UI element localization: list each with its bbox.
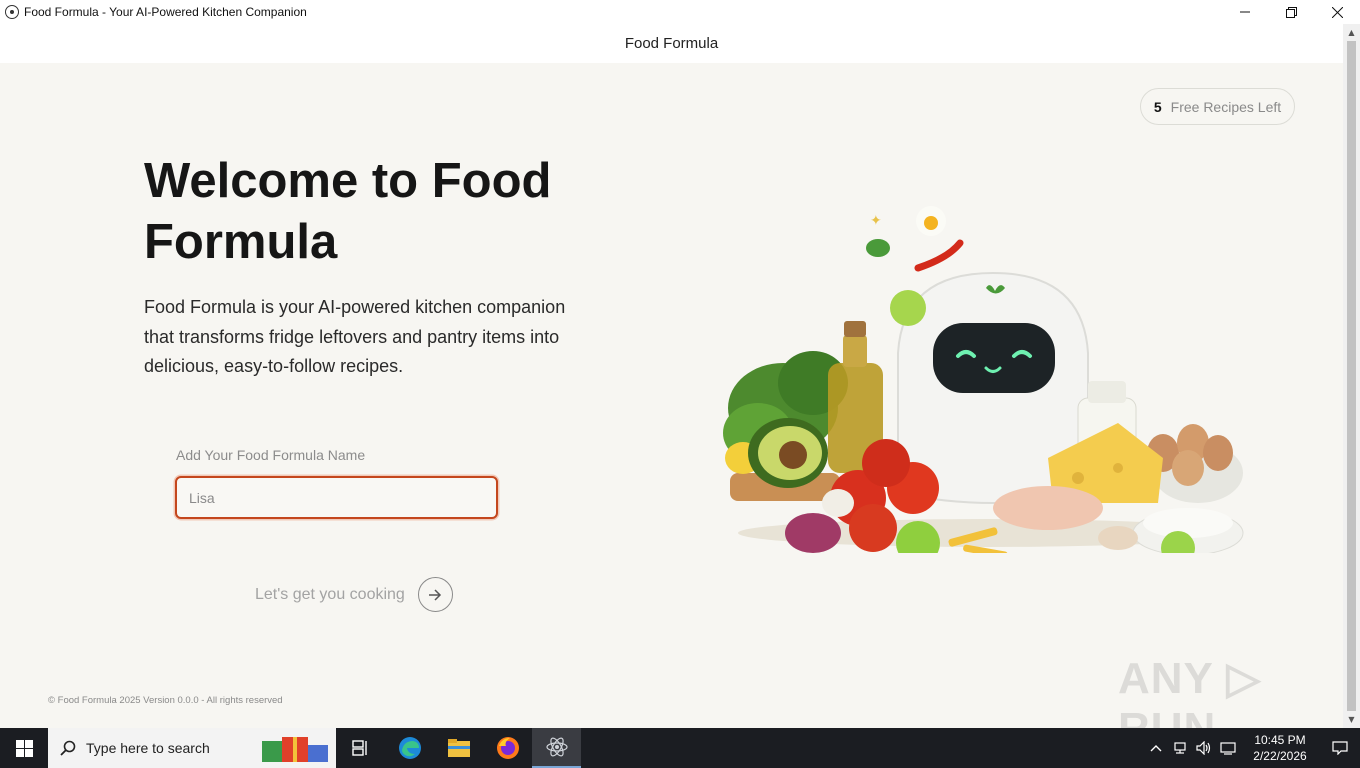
restore-button[interactable] <box>1268 0 1314 24</box>
search-placeholder: Type here to search <box>86 740 210 756</box>
edge-button[interactable] <box>385 728 434 768</box>
app-header-title: Food Formula <box>624 35 719 52</box>
windows-logo-icon <box>15 739 33 757</box>
food-robot-illustration: ✦ <box>723 206 1244 553</box>
free-recipes-count: 5 <box>1153 98 1162 115</box>
restore-icon <box>1285 6 1297 18</box>
clock-date: 2/22/2026 <box>1253 749 1307 763</box>
electron-app-button[interactable] <box>532 728 581 768</box>
file-explorer-button[interactable] <box>434 728 483 768</box>
name-input[interactable] <box>175 476 498 519</box>
gift-boxes-icon <box>262 737 328 762</box>
notification-icon <box>1332 741 1348 755</box>
footer-copyright: © Food Formula 2025 Version 0.0.0 - All … <box>48 695 283 706</box>
taskbar-search-box[interactable]: Type here to search <box>48 728 336 768</box>
start-button[interactable] <box>0 728 48 768</box>
free-recipes-label: Free Recipes Left <box>1170 98 1282 115</box>
notification-button[interactable] <box>1320 728 1360 768</box>
firefox-icon <box>496 737 519 759</box>
scrollbar-thumb[interactable] <box>1347 41 1356 711</box>
chevron-up-icon[interactable] <box>1144 728 1168 768</box>
get-cooking-button[interactable]: Let's get you cooking <box>255 577 453 612</box>
get-cooking-label: Let's get you cooking <box>255 585 405 603</box>
window-controls <box>1222 0 1360 24</box>
svg-text:✦: ✦ <box>870 213 882 229</box>
minimize-button[interactable] <box>1222 0 1268 24</box>
app-header: Food Formula <box>0 24 1343 63</box>
name-field-label: Add Your Food Formula Name <box>176 447 366 463</box>
free-recipes-badge: 5 Free Recipes Left <box>1140 88 1295 125</box>
electron-app-icon <box>545 737 568 757</box>
task-view-icon <box>351 740 367 756</box>
window-titlebar: Food Formula - Your AI-Powered Kitchen C… <box>0 0 1360 24</box>
windows-taskbar: Type here to search 10:45 PM 2/22/2026 <box>0 728 1360 768</box>
app-icon <box>5 5 19 19</box>
task-view-button[interactable] <box>336 728 385 768</box>
minimize-icon <box>1240 11 1250 13</box>
arrow-right-icon[interactable] <box>417 577 453 612</box>
scroll-down-icon[interactable]: ▼ <box>1343 711 1360 728</box>
keyboard-icon[interactable] <box>1216 728 1240 768</box>
volume-icon[interactable] <box>1192 728 1216 768</box>
network-icon[interactable] <box>1168 728 1192 768</box>
window-title: Food Formula - Your AI-Powered Kitchen C… <box>24 5 307 19</box>
firefox-button[interactable] <box>483 728 532 768</box>
file-explorer-icon <box>447 739 470 757</box>
vertical-scrollbar[interactable]: ▲ ▼ <box>1343 24 1360 728</box>
taskbar-clock[interactable]: 10:45 PM 2/22/2026 <box>1240 732 1320 764</box>
close-icon <box>1331 6 1343 18</box>
intro-description: Food Formula is your AI-powered kitchen … <box>144 297 566 376</box>
scroll-up-icon[interactable]: ▲ <box>1343 24 1360 41</box>
search-icon <box>60 740 76 756</box>
clock-time: 10:45 PM <box>1254 733 1306 747</box>
system-tray: 10:45 PM 2/22/2026 <box>1144 728 1360 768</box>
main-content: 5 Free Recipes Left Welcome to Food Form… <box>0 63 1343 753</box>
close-button[interactable] <box>1314 0 1360 24</box>
welcome-title: Welcome to Food Formula <box>144 154 552 269</box>
edge-icon <box>398 737 421 759</box>
